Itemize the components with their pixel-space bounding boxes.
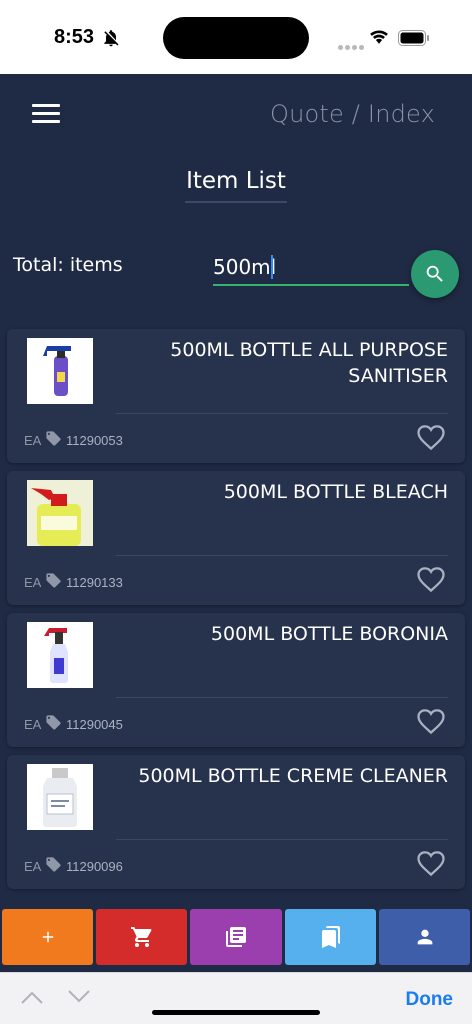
plus-icon bbox=[42, 931, 53, 943]
page-title: Item List bbox=[186, 168, 286, 194]
item-card[interactable]: 500ML BOTTLE BLEACH EA 11290133 bbox=[7, 471, 465, 605]
signal-icon bbox=[338, 37, 366, 55]
app-screen: Quote / Index Item List Total: items 500… bbox=[0, 74, 472, 972]
status-bar: 8:53 bbox=[0, 0, 472, 74]
product-code: 11290053 bbox=[66, 433, 123, 448]
item-card[interactable]: 500ML BOTTLE ALL PURPOSE SANITISER EA 11… bbox=[7, 329, 465, 463]
product-image bbox=[27, 480, 93, 546]
bell-off-icon bbox=[104, 30, 119, 47]
card-divider bbox=[116, 839, 448, 840]
favorite-heart-icon[interactable] bbox=[416, 707, 446, 735]
menu-button[interactable] bbox=[32, 104, 60, 126]
search-icon bbox=[426, 265, 443, 282]
breadcrumb[interactable]: Quote / Index bbox=[270, 100, 435, 128]
dynamic-island bbox=[163, 17, 309, 59]
chevron-down-icon[interactable] bbox=[67, 987, 91, 1007]
unit-of-measure: EA bbox=[24, 433, 42, 448]
wifi-icon bbox=[370, 30, 388, 44]
text-caret bbox=[271, 255, 273, 279]
tab-cart[interactable] bbox=[96, 909, 187, 965]
product-code: 11290133 bbox=[66, 575, 123, 590]
total-items-label: Total: items bbox=[13, 254, 123, 276]
unit-of-measure: EA bbox=[24, 717, 42, 732]
home-indicator bbox=[152, 1010, 320, 1015]
tab-account[interactable] bbox=[379, 909, 470, 965]
person-icon bbox=[417, 929, 432, 945]
search-field[interactable] bbox=[213, 250, 409, 286]
item-card[interactable]: 500ML BOTTLE BORONIA EA 11290045 bbox=[7, 613, 465, 747]
product-name: 500ML BOTTLE CREME CLEANER bbox=[138, 765, 448, 787]
bottom-tab-bar bbox=[0, 909, 472, 969]
cart-icon bbox=[130, 927, 151, 947]
tab-saved[interactable] bbox=[285, 909, 376, 965]
library-icon bbox=[226, 927, 246, 947]
favorite-heart-icon[interactable] bbox=[416, 423, 446, 451]
favorite-heart-icon[interactable] bbox=[416, 849, 446, 877]
tab-catalog[interactable] bbox=[190, 909, 282, 965]
card-divider bbox=[116, 697, 448, 698]
product-image bbox=[27, 764, 93, 830]
card-divider bbox=[116, 555, 448, 556]
product-name: 500ML BOTTLE BORONIA bbox=[210, 623, 448, 645]
item-list: 500ML BOTTLE ALL PURPOSE SANITISER EA 11… bbox=[7, 329, 465, 897]
title-underline bbox=[185, 201, 287, 203]
tag-icon bbox=[46, 431, 61, 446]
product-code: 11290045 bbox=[66, 717, 123, 732]
chevron-up-icon[interactable] bbox=[20, 987, 44, 1007]
tag-icon bbox=[46, 715, 61, 730]
item-card[interactable]: 500ML BOTTLE CREME CLEANER EA 11290096 bbox=[7, 755, 465, 889]
battery-icon bbox=[398, 30, 429, 46]
status-time: 8:53 bbox=[54, 26, 95, 48]
product-image bbox=[27, 338, 93, 404]
tag-icon bbox=[46, 857, 61, 872]
search-button[interactable] bbox=[411, 250, 459, 298]
unit-of-measure: EA bbox=[24, 859, 42, 874]
product-image bbox=[27, 622, 93, 688]
product-name: 500ML BOTTLE ALL PURPOSE SANITISER bbox=[170, 339, 448, 387]
search-input[interactable] bbox=[213, 250, 409, 284]
tag-icon bbox=[46, 573, 61, 588]
bookmarks-icon bbox=[321, 926, 340, 948]
tab-add[interactable] bbox=[2, 909, 93, 965]
keyboard-accessory-bar: Done bbox=[0, 972, 472, 1024]
product-code: 11290096 bbox=[66, 859, 123, 874]
hamburger-icon bbox=[32, 104, 60, 107]
card-divider bbox=[116, 413, 448, 414]
product-name: 500ML BOTTLE BLEACH bbox=[223, 481, 448, 503]
unit-of-measure: EA bbox=[24, 575, 42, 590]
favorite-heart-icon[interactable] bbox=[416, 565, 446, 593]
done-button[interactable]: Done bbox=[406, 989, 454, 1011]
